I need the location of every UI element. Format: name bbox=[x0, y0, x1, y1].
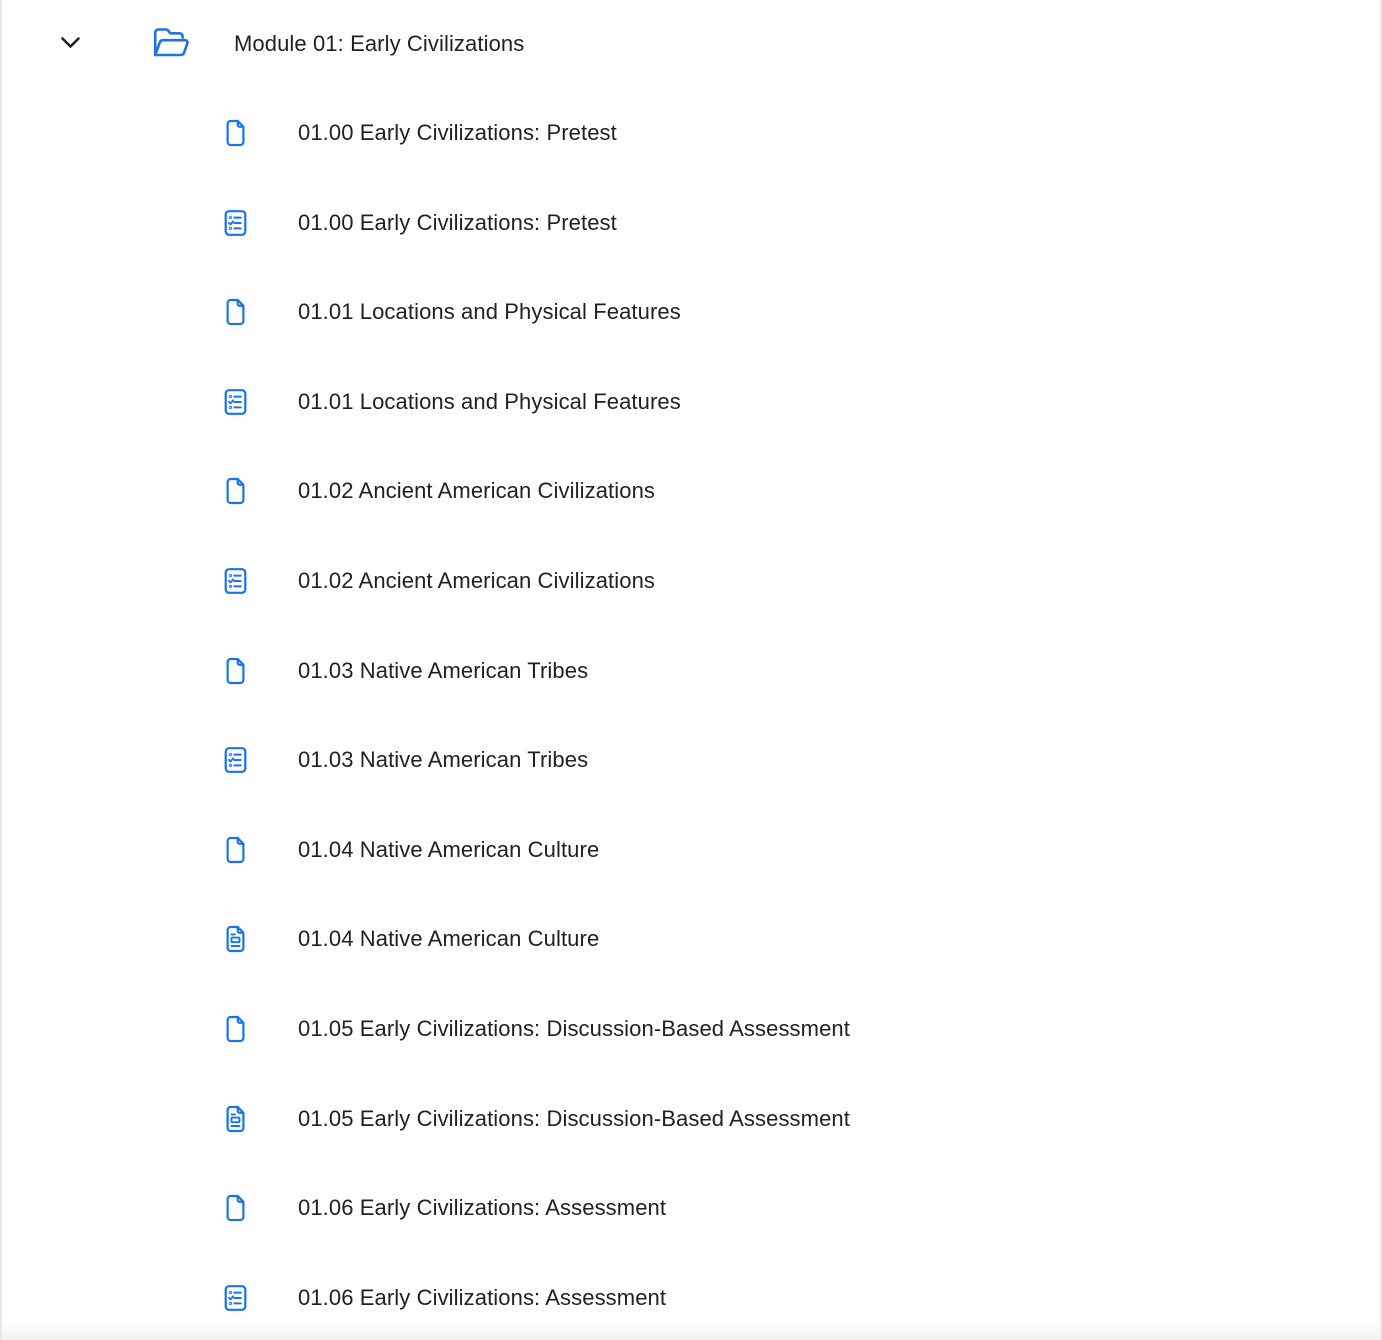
module-item-row[interactable]: 01.03 Native American Tribes bbox=[2, 715, 1380, 805]
item-label[interactable]: 01.02 Ancient American Civilizations bbox=[298, 478, 655, 504]
page-icon bbox=[223, 1015, 248, 1043]
item-label[interactable]: 01.04 Native American Culture bbox=[298, 837, 599, 863]
module-item-row[interactable]: 01.04 Native American Culture bbox=[2, 895, 1380, 985]
item-label[interactable]: 01.03 Native American Tribes bbox=[298, 658, 588, 684]
item-label[interactable]: 01.03 Native American Tribes bbox=[298, 747, 588, 773]
module-item-row[interactable]: 01.04 Native American Culture bbox=[2, 805, 1380, 895]
page-icon bbox=[223, 836, 248, 864]
folder-open-icon bbox=[150, 24, 190, 61]
next-section-divider bbox=[2, 1323, 1380, 1340]
module-item-row[interactable]: 01.02 Ancient American Civilizations bbox=[2, 536, 1380, 626]
item-label[interactable]: 01.01 Locations and Physical Features bbox=[298, 389, 681, 415]
page-icon bbox=[223, 477, 248, 505]
quiz-checklist-icon bbox=[223, 567, 248, 595]
module-item-row[interactable]: 01.00 Early Civilizations: Pretest bbox=[2, 178, 1380, 268]
item-label[interactable]: 01.00 Early Civilizations: Pretest bbox=[298, 120, 617, 146]
page-icon bbox=[223, 119, 248, 147]
item-label[interactable]: 01.04 Native American Culture bbox=[298, 926, 599, 952]
module-item-row[interactable]: 01.05 Early Civilizations: Discussion-Ba… bbox=[2, 1074, 1380, 1164]
chevron-down-icon[interactable] bbox=[60, 36, 81, 49]
item-label[interactable]: 01.06 Early Civilizations: Assessment bbox=[298, 1285, 666, 1311]
quiz-checklist-icon bbox=[223, 209, 248, 237]
page-icon bbox=[223, 1194, 248, 1222]
item-label[interactable]: 01.06 Early Civilizations: Assessment bbox=[298, 1195, 666, 1221]
assignment-doc-icon bbox=[223, 925, 248, 953]
module-item-row[interactable]: 01.02 Ancient American Civilizations bbox=[2, 447, 1380, 537]
item-label[interactable]: 01.02 Ancient American Civilizations bbox=[298, 568, 655, 594]
module-title[interactable]: Module 01: Early Civilizations bbox=[234, 31, 524, 57]
module-header[interactable]: Module 01: Early Civilizations bbox=[2, 0, 1380, 88]
quiz-checklist-icon bbox=[223, 746, 248, 774]
module-item-row[interactable]: 01.05 Early Civilizations: Discussion-Ba… bbox=[2, 984, 1380, 1074]
page-icon bbox=[223, 298, 248, 326]
module-item-row[interactable]: 01.01 Locations and Physical Features bbox=[2, 357, 1380, 447]
module-item-row[interactable]: 01.01 Locations and Physical Features bbox=[2, 267, 1380, 357]
assignment-doc-icon bbox=[223, 1105, 248, 1133]
item-label[interactable]: 01.01 Locations and Physical Features bbox=[298, 299, 681, 325]
module-tree-panel: Module 01: Early Civilizations 01.00 Ear… bbox=[0, 0, 1382, 1340]
module-item-row[interactable]: 01.00 Early Civilizations: Pretest bbox=[2, 88, 1380, 178]
quiz-checklist-icon bbox=[223, 1284, 248, 1312]
quiz-checklist-icon bbox=[223, 388, 248, 416]
item-label[interactable]: 01.00 Early Civilizations: Pretest bbox=[298, 210, 617, 236]
module-item-row[interactable]: 01.03 Native American Tribes bbox=[2, 626, 1380, 716]
module-item-row[interactable]: 01.06 Early Civilizations: Assessment bbox=[2, 1163, 1380, 1253]
page-icon bbox=[223, 657, 248, 685]
item-label[interactable]: 01.05 Early Civilizations: Discussion-Ba… bbox=[298, 1016, 850, 1042]
module-item-list: 01.00 Early Civilizations: Pretest 01.00… bbox=[2, 88, 1380, 1340]
item-label[interactable]: 01.05 Early Civilizations: Discussion-Ba… bbox=[298, 1106, 850, 1132]
